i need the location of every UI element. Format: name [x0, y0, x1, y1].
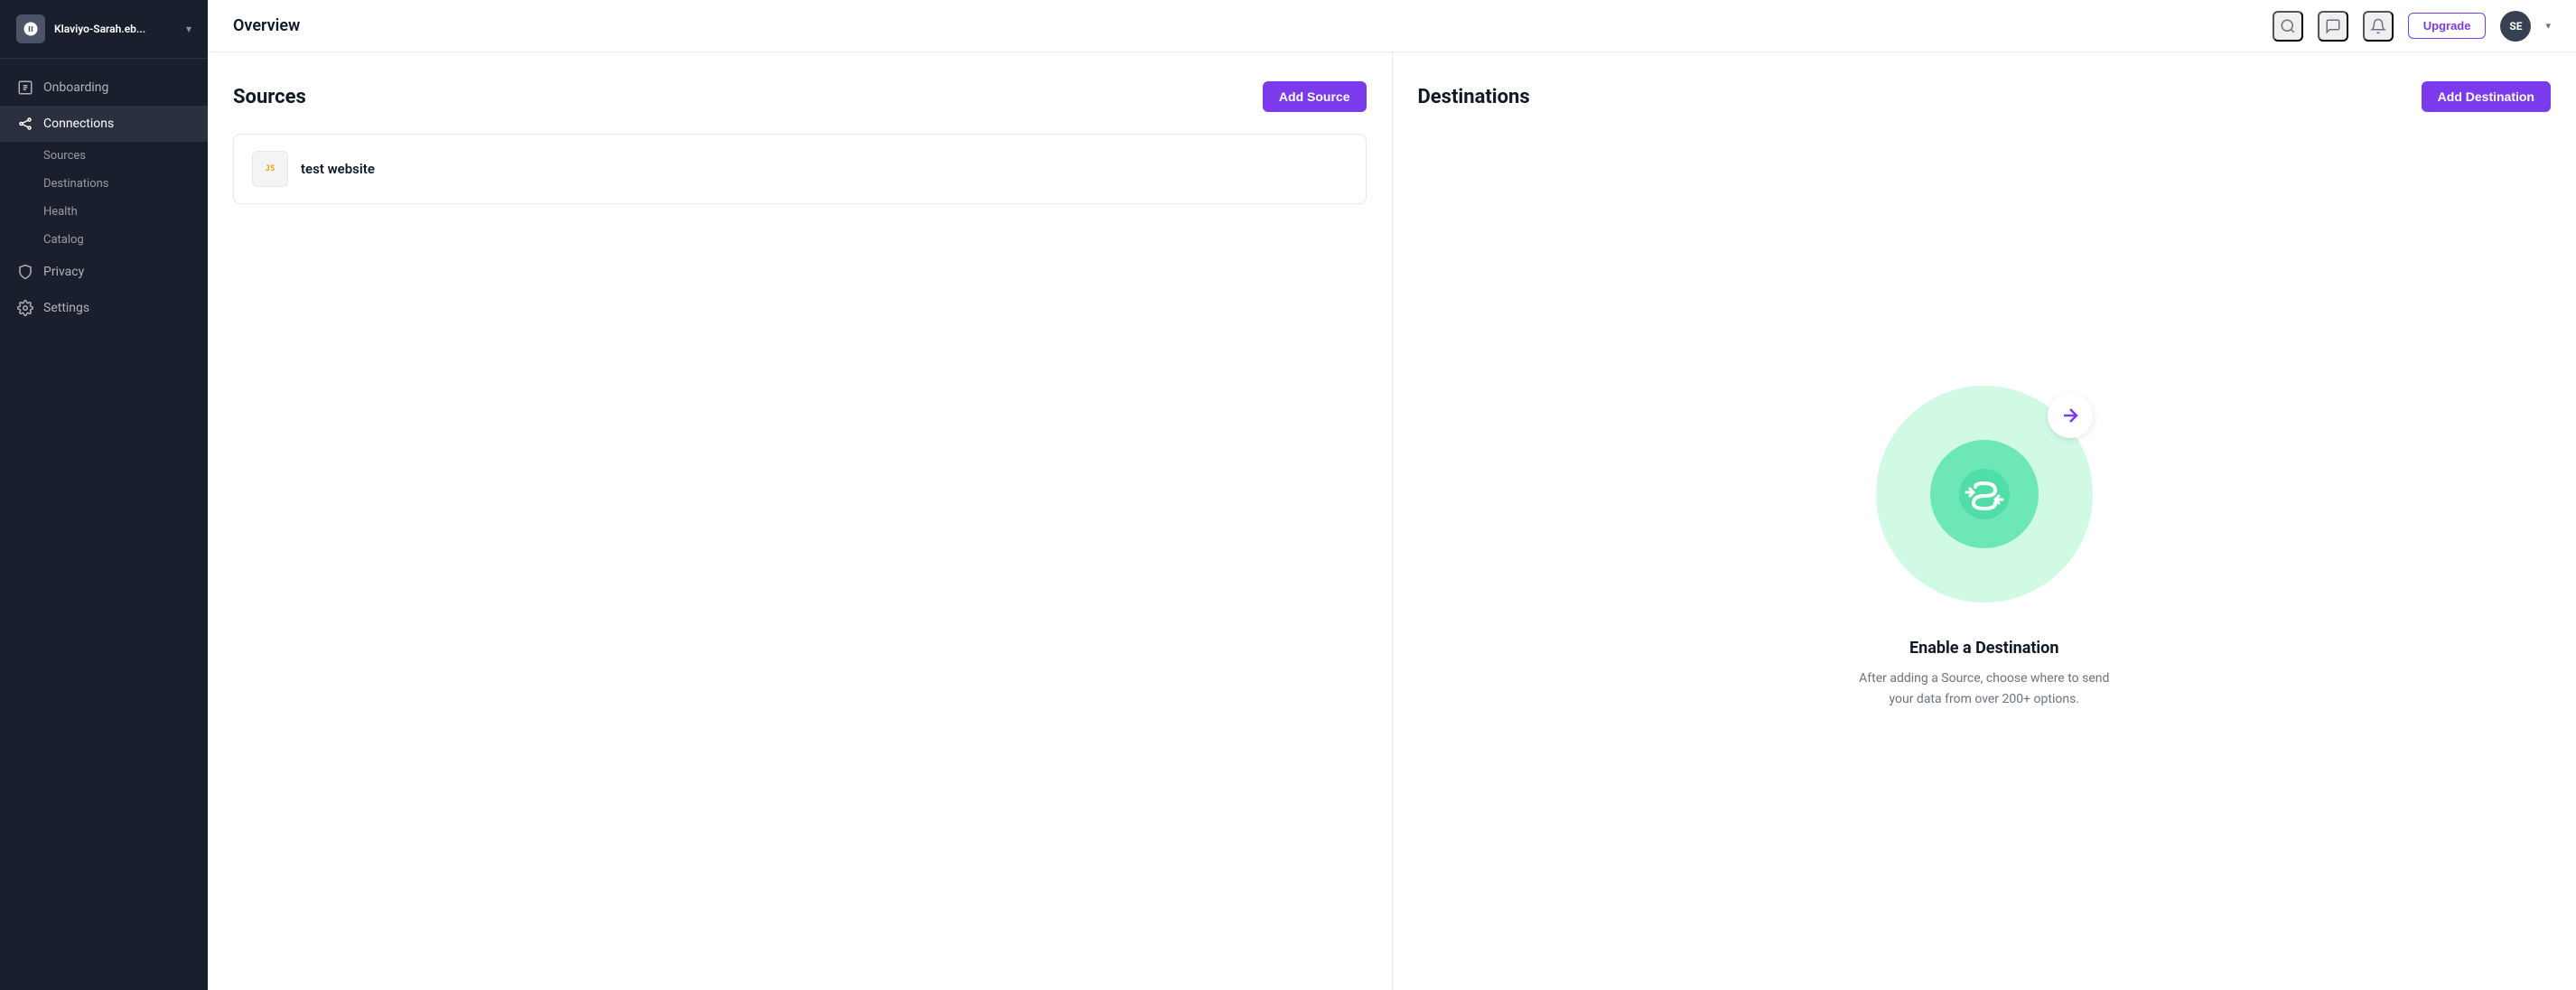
enable-destination-description: After adding a Source, choose where to s…: [1858, 668, 2111, 709]
notifications-button[interactable]: [2363, 11, 2394, 42]
connections-icon: [16, 115, 34, 133]
destinations-illustration: [1876, 386, 2093, 602]
avatar-chevron-icon[interactable]: ▾: [2545, 20, 2551, 32]
destinations-panel-header: Destinations Add Destination: [1418, 81, 2552, 112]
dest-arrow-bubble: [2048, 393, 2093, 438]
add-source-button[interactable]: Add Source: [1263, 81, 1367, 112]
sidebar-item-sources[interactable]: Sources: [0, 142, 208, 170]
workspace-icon: [16, 14, 45, 43]
destinations-panel: Destinations Add Destination: [1393, 52, 2576, 990]
main-content: Sources Add Source JS test website Desti…: [208, 52, 2576, 990]
settings-icon: [16, 299, 34, 317]
topbar: Overview Upgrade SE ▾: [208, 0, 2576, 52]
messages-icon: [2325, 18, 2341, 34]
avatar[interactable]: SE: [2500, 11, 2531, 42]
source-card[interactable]: JS test website: [233, 134, 1367, 204]
source-card-icon: JS: [252, 151, 288, 187]
sources-panel-title: Sources: [233, 86, 306, 108]
arrow-right-icon: [2059, 405, 2081, 426]
privacy-icon: [16, 263, 34, 281]
upgrade-button[interactable]: Upgrade: [2408, 13, 2487, 39]
sidebar-item-settings-label: Settings: [43, 301, 89, 315]
dest-inner-circle: [1930, 440, 2039, 548]
workspace-chevron-icon: ▾: [186, 23, 191, 35]
sidebar-item-settings[interactable]: Settings: [0, 290, 208, 326]
sidebar: Klaviyo-Sarah.eb... ▾ Onboarding: [0, 0, 208, 990]
notifications-icon: [2370, 18, 2386, 34]
search-button[interactable]: [2273, 11, 2303, 42]
sidebar-item-onboarding-label: Onboarding: [43, 80, 108, 95]
onboarding-icon: [16, 79, 34, 97]
sidebar-item-privacy[interactable]: Privacy: [0, 254, 208, 290]
sources-panel: Sources Add Source JS test website: [208, 52, 1393, 990]
workspace-selector[interactable]: Klaviyo-Sarah.eb... ▾: [0, 0, 208, 59]
topbar-actions: Upgrade SE ▾: [2273, 11, 2551, 42]
sidebar-item-privacy-label: Privacy: [43, 265, 84, 279]
sidebar-destinations-label: Destinations: [43, 177, 109, 191]
search-icon: [2280, 18, 2296, 34]
sidebar-item-onboarding[interactable]: Onboarding: [0, 70, 208, 106]
sidebar-nav: Onboarding Connections Sources Destinati…: [0, 59, 208, 990]
destinations-empty-state: Enable a Destination After adding a Sour…: [1418, 134, 2552, 961]
add-destination-button[interactable]: Add Destination: [2422, 81, 2551, 112]
segment-icon: [1957, 467, 2011, 521]
sidebar-item-destinations[interactable]: Destinations: [0, 170, 208, 198]
destinations-panel-title: Destinations: [1418, 86, 1530, 108]
source-card-name: test website: [301, 161, 375, 177]
sidebar-item-health[interactable]: Health: [0, 198, 208, 226]
workspace-info: Klaviyo-Sarah.eb...: [54, 23, 181, 35]
sources-panel-header: Sources Add Source: [233, 81, 1367, 112]
workspace-name: Klaviyo-Sarah.eb...: [54, 23, 181, 35]
messages-button[interactable]: [2318, 11, 2348, 42]
sidebar-catalog-label: Catalog: [43, 233, 84, 247]
sidebar-sources-label: Sources: [43, 149, 86, 163]
page-title: Overview: [233, 16, 300, 35]
main-wrapper: Overview Upgrade SE ▾: [208, 0, 2576, 990]
sidebar-item-connections-label: Connections: [43, 117, 114, 131]
enable-destination-title: Enable a Destination: [1909, 639, 2058, 658]
sidebar-health-label: Health: [43, 205, 78, 219]
sidebar-item-connections[interactable]: Connections: [0, 106, 208, 142]
sidebar-item-catalog[interactable]: Catalog: [0, 226, 208, 254]
